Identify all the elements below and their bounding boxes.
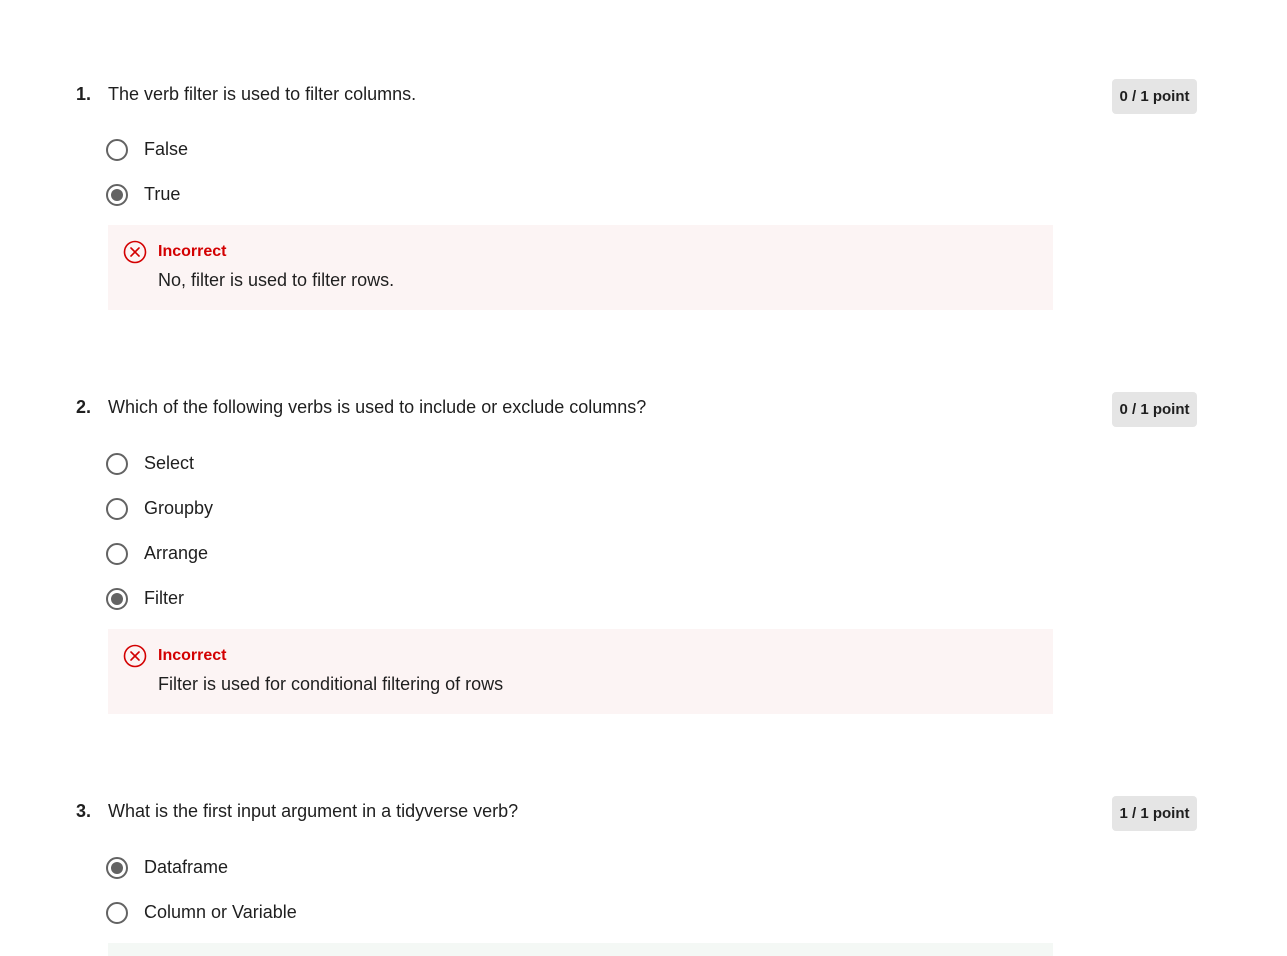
feedback-text: Filter is used for conditional filtering… (158, 674, 504, 694)
feedback-incorrect: Incorrect Filter is used for conditional… (108, 629, 1053, 714)
option-label: Dataframe (144, 857, 229, 877)
option-true[interactable]: True (106, 183, 706, 211)
option-groupby[interactable]: Groupby (106, 497, 706, 525)
radio-button[interactable] (106, 902, 128, 924)
question-number: 3. (76, 801, 92, 821)
points-badge: 1 / 1 point (1112, 796, 1197, 831)
option-label: Filter (144, 588, 184, 608)
question-number: 1. (76, 84, 92, 104)
question-text: Which of the following verbs is used to … (108, 397, 647, 417)
feedback-status: Incorrect (158, 647, 227, 664)
radio-button-selected[interactable] (106, 857, 128, 879)
radio-button[interactable] (106, 498, 128, 520)
question-number: 2. (76, 397, 92, 417)
feedback-status: Incorrect (158, 243, 227, 260)
question-header: 3. What is the first input argument in a… (0, 796, 1287, 832)
option-label: True (144, 184, 181, 204)
question-text: The verb filter is used to filter column… (108, 84, 417, 104)
radio-button[interactable] (106, 543, 128, 565)
feedback-text: No, filter is used to filter rows. (158, 270, 395, 290)
radio-button-selected[interactable] (106, 588, 128, 610)
radio-button[interactable] (106, 453, 128, 475)
option-column-or-variable[interactable]: Column or Variable (106, 901, 706, 929)
points-badge: 0 / 1 point (1112, 79, 1197, 114)
x-circle-icon (123, 240, 147, 264)
question-text: What is the first input argument in a ti… (108, 801, 519, 821)
feedback-correct (108, 943, 1053, 956)
option-arrange[interactable]: Arrange (106, 542, 706, 570)
x-circle-icon (123, 644, 147, 668)
option-label: Arrange (144, 543, 209, 563)
question-header: 1. The verb filter is used to filter col… (0, 79, 1287, 115)
option-filter[interactable]: Filter (106, 587, 706, 615)
option-select[interactable]: Select (106, 452, 706, 480)
points-badge: 0 / 1 point (1112, 392, 1197, 427)
radio-button-selected[interactable] (106, 184, 128, 206)
option-false[interactable]: False (106, 138, 706, 166)
feedback-incorrect: Incorrect No, filter is used to filter r… (108, 225, 1053, 310)
option-label: Select (144, 453, 195, 473)
option-label: False (144, 139, 189, 159)
question-header: 2. Which of the following verbs is used … (0, 392, 1287, 428)
option-dataframe[interactable]: Dataframe (106, 856, 706, 884)
option-label: Column or Variable (144, 902, 297, 922)
radio-button[interactable] (106, 139, 128, 161)
option-label: Groupby (144, 498, 214, 518)
